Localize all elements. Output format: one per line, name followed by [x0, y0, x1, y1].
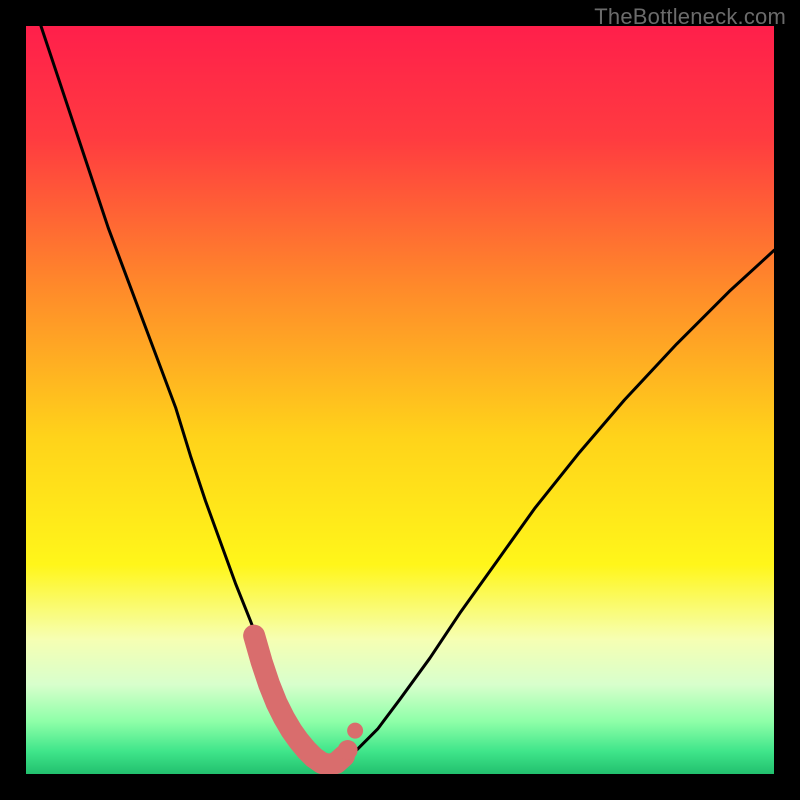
plot-area — [26, 26, 774, 774]
heatmap-background — [26, 26, 774, 774]
highlight-dot — [338, 740, 358, 760]
bottleneck-chart — [26, 26, 774, 774]
highlight-dot — [347, 723, 363, 739]
chart-frame: TheBottleneck.com — [0, 0, 800, 800]
